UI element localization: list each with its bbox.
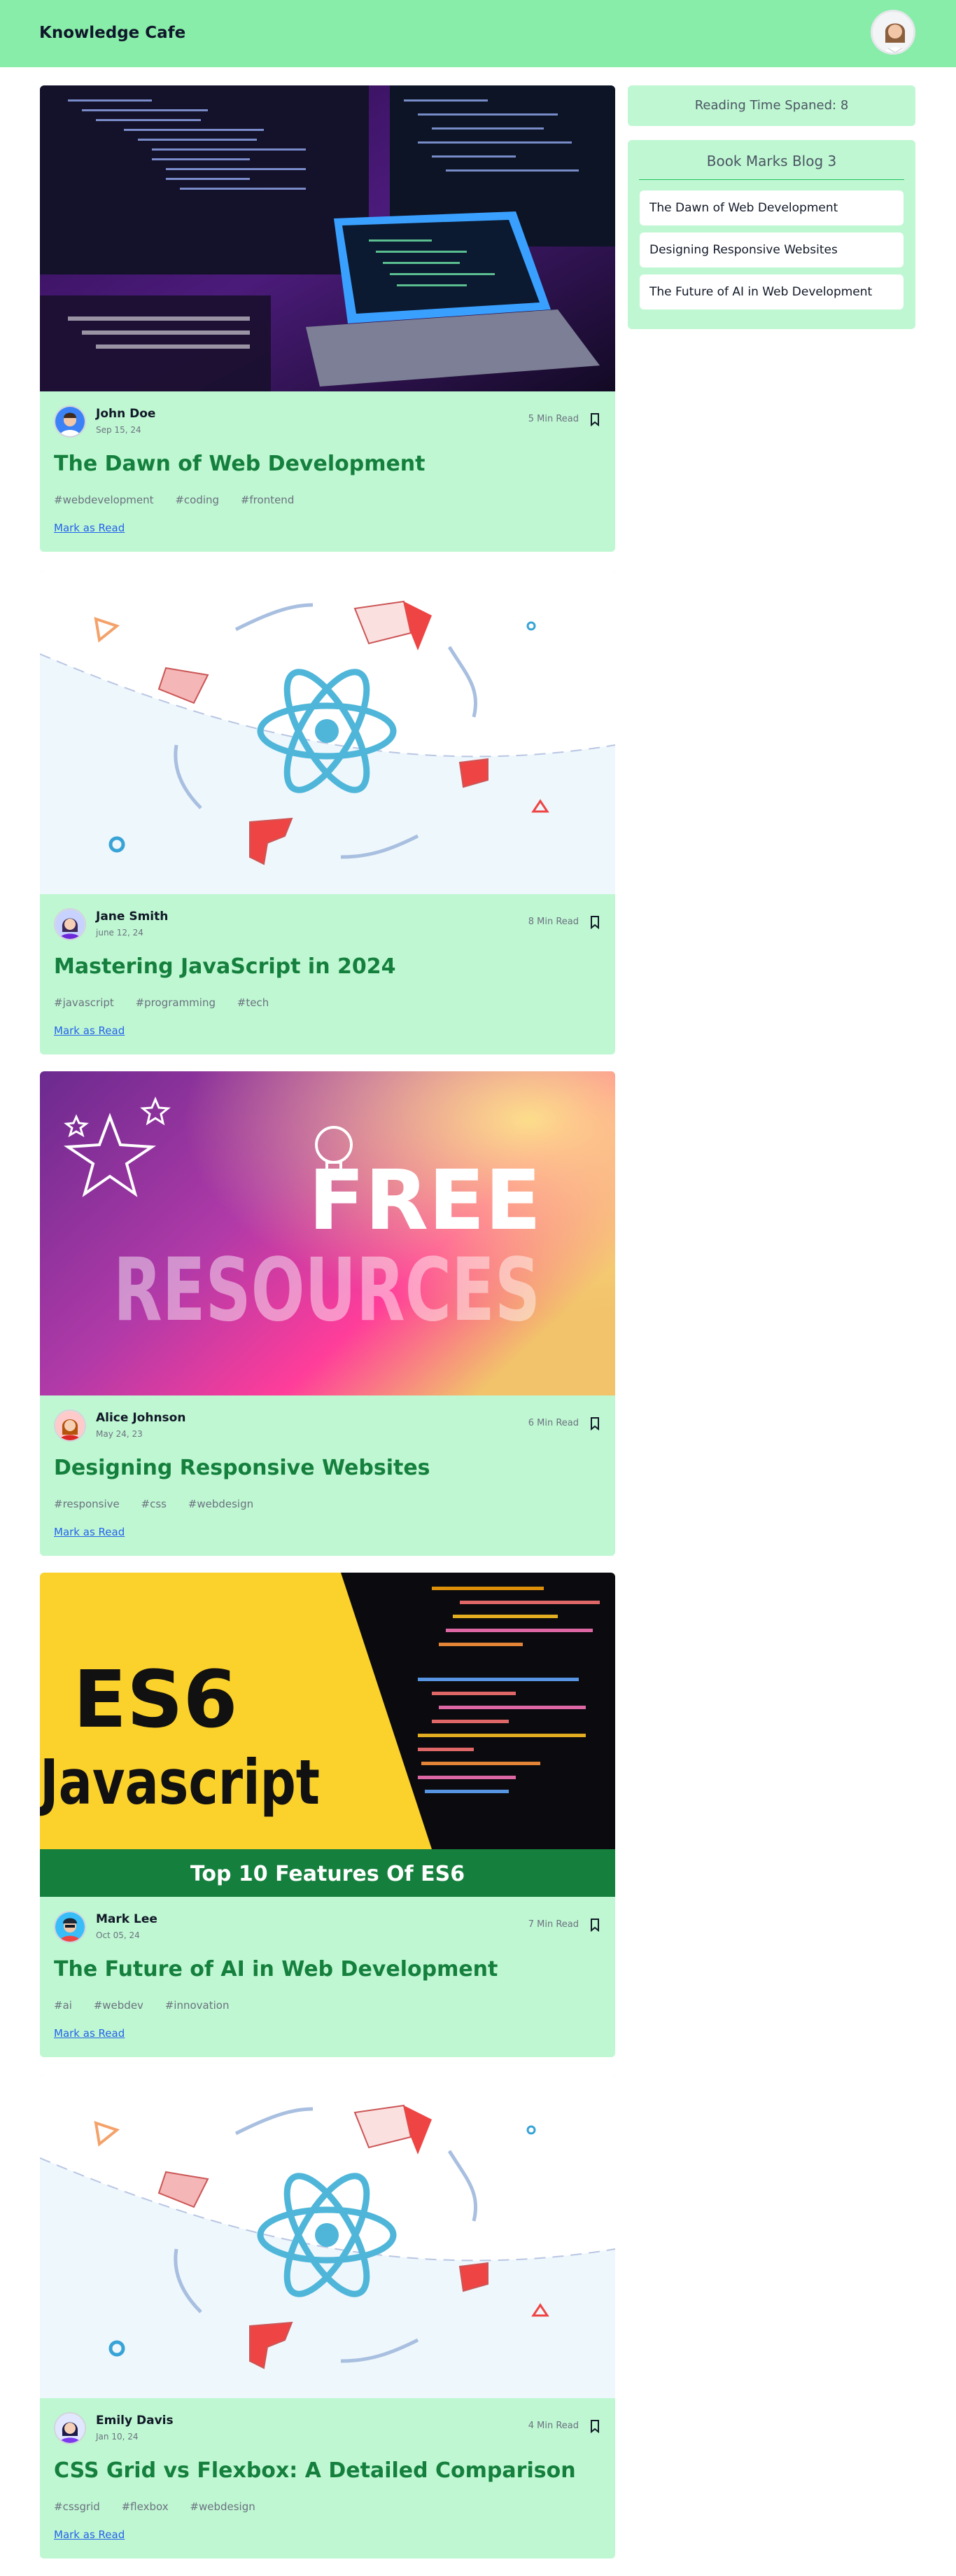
bookmark-item[interactable]: The Dawn of Web Development [640,190,904,225]
read-time: 8 Min Read [528,917,579,927]
post-tags: #javascript #programming #tech [54,996,287,1009]
post-date: May 24, 23 [96,1429,143,1439]
divider [639,179,904,180]
tag: #webdevelopment [54,494,154,506]
author-name: John Doe [96,407,156,421]
read-time: 4 Min Read [528,2421,579,2431]
post-title: Designing Responsive Websites [54,1456,430,1480]
post-date: Sep 15, 24 [96,425,141,435]
post-info: Alice Johnson May 24, 23 6 Min Read Desi… [40,1395,615,1556]
mark-as-read-link[interactable]: Mark as Read [54,522,125,534]
author-name: Mark Lee [96,1912,157,1926]
author-avatar-icon [54,1409,86,1442]
tag: #javascript [54,996,114,1009]
post-title: The Dawn of Web Development [54,452,426,476]
bookmark-item[interactable]: The Future of AI in Web Development [640,274,904,309]
react-logo-illustration [40,2074,615,2398]
tag: #responsive [54,1498,120,1510]
author-name: Alice Johnson [96,1411,186,1425]
post-tags: #ai #webdev #innovation [54,1999,247,2012]
mark-as-read-link[interactable]: Mark as Read [54,2027,125,2040]
cover-text: RESOURCES [113,1240,540,1341]
es6-javascript-banner: ES6 Javascript Top 10 Features Of ES6 [40,1573,615,1897]
tag: #webdesign [190,2500,255,2513]
author-name: Jane Smith [96,910,169,924]
cover-text: Javascript [40,1746,320,1818]
bookmark-item[interactable]: Designing Responsive Websites [640,232,904,267]
reading-time-panel: Reading Time Spaned: 8 [628,85,915,126]
blog-card: Jane Smith june 12, 24 8 Min Read Master… [40,570,615,1054]
author-avatar-icon [54,1911,86,1943]
post-title: Mastering JavaScript in 2024 [54,954,396,979]
bookmarks-panel: Book Marks Blog 3 The Dawn of Web Develo… [628,140,915,329]
brand-title: Knowledge Cafe [39,24,186,42]
tag: #tech [237,996,269,1009]
read-time: 6 Min Read [528,1418,579,1428]
cover-text: ES6 [73,1655,237,1746]
post-date: Jan 10, 24 [96,2432,139,2442]
post-title: The Future of AI in Web Development [54,1957,498,1982]
bookmark-icon[interactable] [587,1916,603,1933]
read-time: 5 Min Read [528,414,579,424]
tag: #innovation [164,1999,230,2012]
tag: #css [141,1498,167,1510]
blog-card: FREE RESOURCES Alice Johnson May 24, 23 … [40,1071,615,1556]
react-logo-illustration [40,570,615,894]
free-resources-banner: FREE RESOURCES [40,1071,615,1395]
post-title: CSS Grid vs Flexbox: A Detailed Comparis… [54,2458,576,2483]
tag: #webdev [93,1999,143,2012]
post-info: Jane Smith june 12, 24 8 Min Read Master… [40,894,615,1054]
mark-as-read-link[interactable]: Mark as Read [54,2528,125,2541]
author-avatar-icon [54,405,86,438]
post-info: Mark Lee Oct 05, 24 7 Min Read The Futur… [40,1897,615,2057]
tag: #flexbox [121,2500,169,2513]
cover-text: FREE [309,1152,542,1248]
tag: #webdesign [188,1498,254,1510]
laptop-code-photo [40,85,615,391]
tag: #coding [175,494,220,506]
author-avatar-icon [54,908,86,940]
post-tags: #webdevelopment #coding #frontend [54,494,312,506]
tag: #ai [54,1999,72,2012]
bookmark-icon[interactable] [587,411,603,428]
bookmark-icon[interactable] [587,914,603,931]
blog-card: John Doe Sep 15, 24 5 Min Read The Dawn … [40,85,615,552]
bookmark-icon[interactable] [587,1415,603,1432]
profile-avatar-icon[interactable] [871,10,915,55]
bookmarks-title: Book Marks Blog 3 [706,153,837,169]
post-date: Oct 05, 24 [96,1930,140,1940]
post-info: Emily Davis Jan 10, 24 4 Min Read CSS Gr… [40,2398,615,2558]
post-date: june 12, 24 [96,928,143,938]
author-name: Emily Davis [96,2414,174,2428]
blog-card: Emily Davis Jan 10, 24 4 Min Read CSS Gr… [40,2074,615,2558]
tag: #programming [135,996,216,1009]
post-tags: #responsive #css #webdesign [54,1498,272,1510]
bookmark-icon[interactable] [587,2418,603,2435]
post-tags: #cssgrid #flexbox #webdesign [54,2500,274,2513]
cover-banner-text: Top 10 Features Of ES6 [190,1862,465,1886]
blog-card: ES6 Javascript Top 10 Features Of ES6 Ma… [40,1573,615,2057]
read-time: 7 Min Read [528,1919,579,1930]
mark-as-read-link[interactable]: Mark as Read [54,1526,125,1538]
post-info: John Doe Sep 15, 24 5 Min Read The Dawn … [40,391,615,552]
tag: #cssgrid [54,2500,100,2513]
tag: #frontend [240,494,295,506]
top-navbar: Knowledge Cafe [0,0,956,67]
mark-as-read-link[interactable]: Mark as Read [54,1024,125,1037]
author-avatar-icon [54,2412,86,2444]
